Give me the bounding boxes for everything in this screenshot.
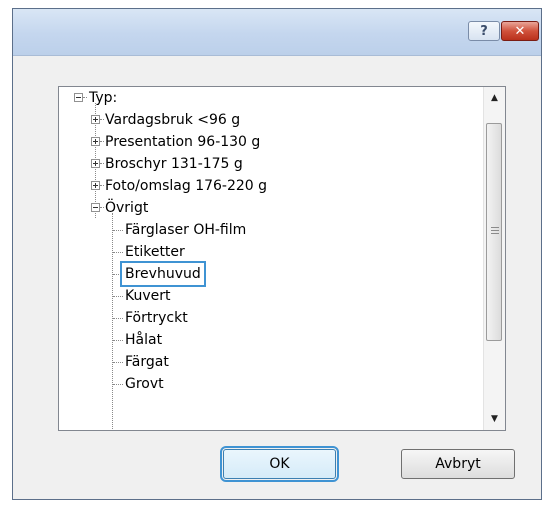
tree-connector [100,185,104,186]
cancel-button[interactable]: Avbryt [401,449,515,479]
tree-item-broschyr[interactable]: Broschyr 131-175 g [105,153,243,175]
tree-connector [113,296,123,297]
tree-connector [113,318,123,319]
ok-button-label: OK [269,456,290,472]
tree-item-halat[interactable]: Hålat [125,329,162,351]
tree-connector [113,340,123,341]
ok-button[interactable]: OK [220,446,339,482]
tree-item-farglaser-oh-film[interactable]: Färglaser OH-film [125,219,246,241]
expand-icon[interactable] [91,115,100,124]
expand-icon[interactable] [91,137,100,146]
tree-item-vardagsbruk[interactable]: Vardagsbruk <96 g [105,109,240,131]
tree-item-foto-omslag[interactable]: Foto/omslag 176-220 g [105,175,267,197]
tree-item-fargat[interactable]: Färgat [125,351,169,373]
scroll-down-icon[interactable]: ▼ [484,410,505,428]
collapse-icon[interactable] [91,203,100,212]
cancel-button-label: Avbryt [435,456,481,472]
tree-item-brevhuvud-selected[interactable]: Brevhuvud [120,261,206,287]
scrollbar-thumb[interactable] [486,123,502,341]
expand-icon[interactable] [91,159,100,168]
vertical-scrollbar[interactable]: ▲ ▼ [483,87,505,430]
tree-item-etiketter[interactable]: Etiketter [125,241,185,263]
tree-item-grovt[interactable]: Grovt [125,373,164,395]
tree-connector [113,274,121,275]
tree-connector [100,119,104,120]
tree-connector [113,230,123,231]
tree-viewport: Typ: Vardagsbruk <96 g Presentation 96-1… [59,87,484,430]
tree-connector [113,252,123,253]
collapse-icon[interactable] [74,93,83,102]
grip-line [491,233,499,234]
tree-connector [100,163,104,164]
dialog-window: ? ✕ Typ: Vardagsbruk <96 g Presentation … [12,8,542,500]
tree-connector [100,207,104,208]
tree-root-label[interactable]: Typ: [89,87,117,109]
help-icon: ? [480,23,488,39]
tree-item-fortryckt[interactable]: Förtryckt [125,307,188,329]
close-button[interactable]: ✕ [501,21,539,41]
close-icon: ✕ [514,23,526,39]
tree-connector [112,213,113,430]
grip-line [491,230,499,231]
tree-item-kuvert[interactable]: Kuvert [125,285,171,307]
tree-connector [113,362,123,363]
tree-connector [113,384,123,385]
tree-connector [100,141,104,142]
paper-type-tree[interactable]: Typ: Vardagsbruk <96 g Presentation 96-1… [58,86,506,431]
title-bar: ? ✕ [13,9,541,56]
expand-icon[interactable] [91,181,100,190]
scroll-up-icon[interactable]: ▲ [484,89,505,107]
tree-connector [83,97,87,98]
dialog-body: Typ: Vardagsbruk <96 g Presentation 96-1… [13,56,541,499]
grip-line [491,227,499,228]
tree-item-presentation[interactable]: Presentation 96-130 g [105,131,260,153]
help-button[interactable]: ? [468,21,500,41]
